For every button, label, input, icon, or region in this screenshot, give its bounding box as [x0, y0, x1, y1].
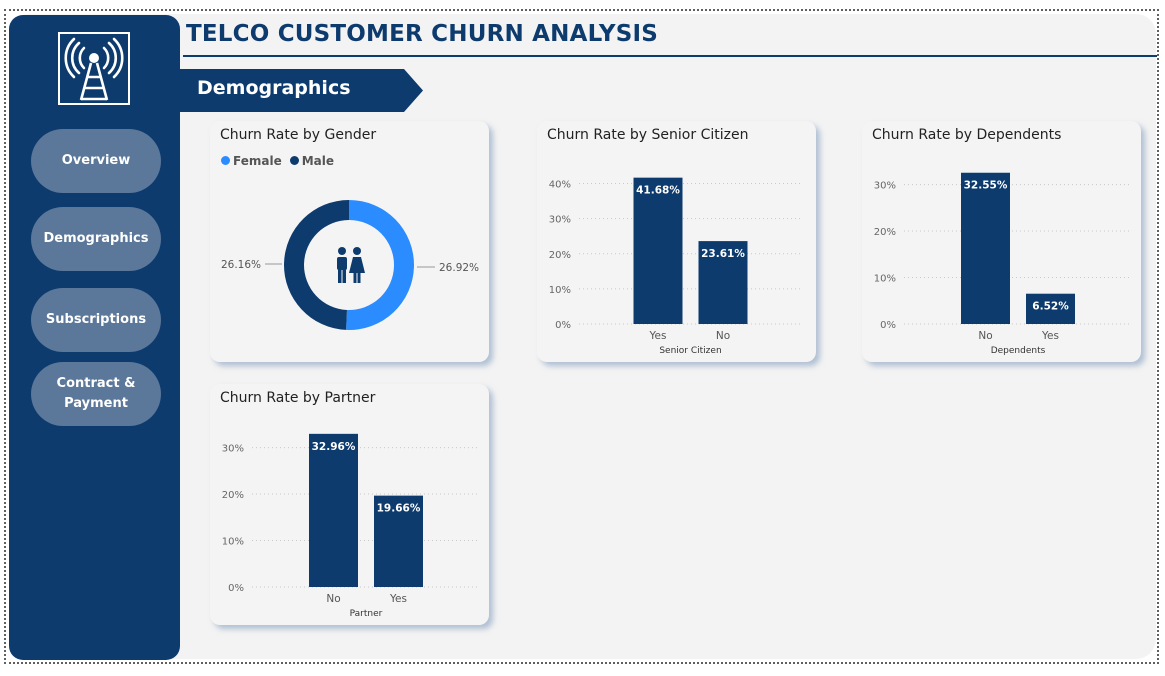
female-leg	[353, 272, 357, 283]
gender-donut-chart: 26.92% 26.16%	[221, 200, 479, 330]
male-leg	[342, 269, 346, 283]
y-tick-label: 20%	[222, 490, 244, 501]
senior-citizen-bar-chart: 0% 10% 20% 30% 40% 41.68% Yes 23.61% No Senior Ci…	[549, 177, 802, 356]
y-tick-label: 30%	[874, 181, 896, 192]
y-tick-label: 10%	[874, 274, 896, 285]
data-label-female: 26.92%	[439, 262, 479, 274]
nav-contract-payment-button[interactable]: Contract & Payment	[31, 362, 161, 426]
male-body	[337, 257, 347, 270]
people-icon	[337, 247, 365, 283]
x-axis-label: Dependents	[991, 346, 1046, 356]
title-divider	[183, 55, 1157, 57]
data-label-male: 26.16%	[221, 259, 261, 271]
male-leg	[338, 269, 342, 283]
card-churn-by-gender: Churn Rate by Gender Female Male 26.92% 2…	[210, 121, 489, 362]
card-churn-by-dependents: Churn Rate by Dependents 0% 10% 20% 30% 32.5…	[862, 121, 1141, 362]
y-tick-label: 10%	[549, 285, 571, 296]
data-label: 32.55%	[964, 180, 1008, 192]
x-tick-label: Yes	[389, 593, 407, 605]
card-churn-by-partner: Churn Rate by Partner 0% 10% 20% 30% 32.96% N…	[210, 384, 489, 625]
nav-demographics-button[interactable]: Demographics	[31, 207, 161, 271]
x-axis-label: Senior Citizen	[659, 346, 721, 356]
x-tick-label: No	[716, 330, 730, 342]
y-tick-label: 40%	[549, 180, 571, 191]
y-tick-label: 0%	[555, 320, 571, 331]
radio-tower-icon	[58, 32, 130, 105]
data-label: 32.96%	[312, 441, 356, 453]
data-label: 19.66%	[377, 503, 421, 515]
y-tick-label: 20%	[874, 227, 896, 238]
card-churn-by-senior-citizen: Churn Rate by Senior Citizen 0% 10% 20% 30%…	[537, 121, 816, 362]
y-tick-label: 30%	[222, 444, 244, 455]
y-tick-label: 0%	[880, 320, 896, 331]
x-tick-label: Yes	[1041, 330, 1059, 342]
female-head	[353, 247, 361, 255]
x-tick-label: No	[326, 593, 340, 605]
page-title: TELCO CUSTOMER CHURN ANALYSIS	[186, 21, 659, 47]
x-axis-label: Partner	[350, 609, 383, 619]
male-head	[338, 247, 346, 255]
data-label: 23.61%	[701, 248, 745, 260]
bar-yes	[633, 177, 683, 324]
y-tick-label: 10%	[222, 537, 244, 548]
data-label: 6.52%	[1032, 301, 1069, 313]
female-body	[349, 257, 365, 273]
data-label: 41.68%	[636, 185, 680, 197]
y-tick-label: 30%	[549, 215, 571, 226]
bar-no	[309, 433, 358, 587]
nav-overview-button[interactable]: Overview	[31, 129, 161, 193]
nav-subscriptions-button[interactable]: Subscriptions	[31, 288, 161, 352]
y-tick-label: 0%	[228, 583, 244, 594]
bar-no	[961, 172, 1010, 324]
female-leg	[357, 272, 361, 283]
section-label: Demographics	[197, 77, 351, 99]
x-tick-label: Yes	[649, 330, 667, 342]
partner-bar-chart: 0% 10% 20% 30% 32.96% No 19.66% Yes Partner	[222, 433, 480, 619]
y-tick-label: 20%	[549, 250, 571, 261]
dependents-bar-chart: 0% 10% 20% 30% 32.55% No 6.52% Yes Dependents	[874, 172, 1132, 356]
x-tick-label: No	[978, 330, 992, 342]
